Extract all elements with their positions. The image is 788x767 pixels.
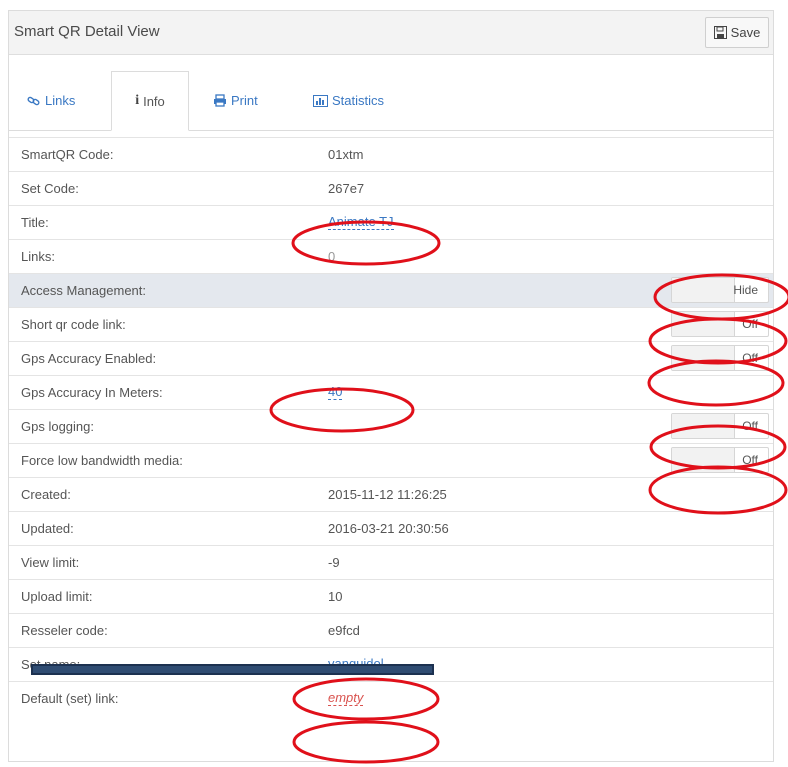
row-reseller-code: Resseler code: e9fcd [9, 613, 773, 647]
toggle-state: Off [742, 419, 758, 433]
field-label: Links: [21, 249, 55, 264]
field-label: Gps Accuracy In Meters: [21, 385, 163, 400]
field-label: Access Management: [21, 283, 147, 298]
field-label: View limit: [21, 555, 80, 570]
smartqr-code-value: 01xtm [328, 147, 364, 162]
field-label: Upload limit: [21, 589, 93, 604]
toggle-state: Off [742, 453, 758, 467]
save-button[interactable]: Save [705, 17, 769, 48]
field-label: Set Code: [21, 181, 79, 196]
toggle-state: Off [742, 317, 758, 331]
row-upload-limit: Upload limit: 10 [9, 579, 773, 613]
info-table: SmartQR Code: 01xtm Set Code: 267e7 Titl… [9, 137, 773, 715]
field-label: SmartQR Code: [21, 147, 114, 162]
row-view-limit: View limit: -9 [9, 545, 773, 579]
tab-info[interactable]: i Info [111, 71, 189, 131]
tab-statistics-label: Statistics [332, 93, 385, 108]
row-gps-accuracy-enabled: Gps Accuracy Enabled: Off [9, 341, 773, 375]
row-smartqr-code: SmartQR Code: 01xtm [9, 137, 773, 171]
save-button-label: Save [730, 25, 761, 40]
row-force-low-bandwidth: Force low bandwidth media: Off [9, 443, 773, 477]
redaction-bar [31, 664, 434, 675]
field-label: Default (set) link: [21, 691, 119, 706]
row-default-set-link: Default (set) link: empty [9, 681, 773, 715]
title-editable-link[interactable]: Animate TJ [328, 215, 394, 230]
print-icon [213, 94, 227, 107]
row-set-code: Set Code: 267e7 [9, 171, 773, 205]
toggle-knob [672, 448, 735, 472]
field-label: Force low bandwidth media: [21, 453, 183, 468]
tab-info-label: Info [143, 93, 165, 109]
updated-value: 2016-03-21 20:30:56 [328, 521, 449, 536]
field-label: Gps Accuracy Enabled: [21, 351, 157, 366]
field-label: Created: [21, 487, 71, 502]
gps-accuracy-enabled-toggle[interactable]: Off [671, 345, 769, 371]
access-management-toggle[interactable]: Hide [671, 277, 769, 303]
row-created: Created: 2015-11-12 11:26:25 [9, 477, 773, 511]
link-icon [27, 95, 41, 107]
tab-links[interactable]: Links [19, 71, 83, 130]
row-updated: Updated: 2016-03-21 20:30:56 [9, 511, 773, 545]
toggle-knob [672, 312, 735, 336]
gps-logging-toggle[interactable]: Off [671, 413, 769, 439]
tab-statistics[interactable]: Statistics [305, 71, 392, 130]
toggle-state: Off [742, 351, 758, 365]
field-label: Resseler code: [21, 623, 108, 638]
field-label: Updated: [21, 521, 74, 536]
toggle-knob [672, 278, 735, 302]
floppy-disk-icon [713, 26, 727, 39]
toggle-knob [672, 346, 735, 370]
tab-bar: Links i Info Print Statistics [9, 71, 773, 131]
links-count-value: 0 [328, 249, 336, 264]
tab-links-label: Links [45, 93, 76, 108]
row-gps-accuracy-meters: Gps Accuracy In Meters: 40 [9, 375, 773, 409]
info-icon: i [135, 93, 140, 108]
field-label: Gps logging: [21, 419, 94, 434]
force-low-bandwidth-toggle[interactable]: Off [671, 447, 769, 473]
field-label: Short qr code link: [21, 317, 126, 332]
row-links: Links: 0 [9, 239, 773, 273]
toggle-state: Hide [733, 283, 758, 297]
panel-header: Smart QR Detail View Save [9, 11, 773, 55]
reseller-code-value: e9fcd [328, 623, 360, 638]
row-short-qr-link: Short qr code link: Off [9, 307, 773, 341]
view-limit-value: -9 [328, 555, 340, 570]
tab-print[interactable]: Print [205, 71, 266, 130]
row-access-management: Access Management: Hide [9, 273, 773, 307]
panel-title: Smart QR Detail View [14, 23, 160, 40]
short-qr-link-toggle[interactable]: Off [671, 311, 769, 337]
row-gps-logging: Gps logging: Off [9, 409, 773, 443]
default-set-link-editable[interactable]: empty [328, 691, 364, 706]
upload-limit-value: 10 [328, 589, 343, 604]
row-title: Title: Animate TJ [9, 205, 773, 239]
created-value: 2015-11-12 11:26:25 [328, 487, 447, 502]
bar-chart-icon [313, 94, 328, 107]
tab-print-label: Print [231, 93, 258, 108]
set-code-value: 267e7 [328, 181, 365, 196]
field-label: Title: [21, 215, 49, 230]
toggle-knob [672, 414, 735, 438]
gps-accuracy-meters-editable[interactable]: 40 [328, 385, 343, 400]
smart-qr-detail-panel: Smart QR Detail View Save Links i Info P… [8, 10, 774, 762]
